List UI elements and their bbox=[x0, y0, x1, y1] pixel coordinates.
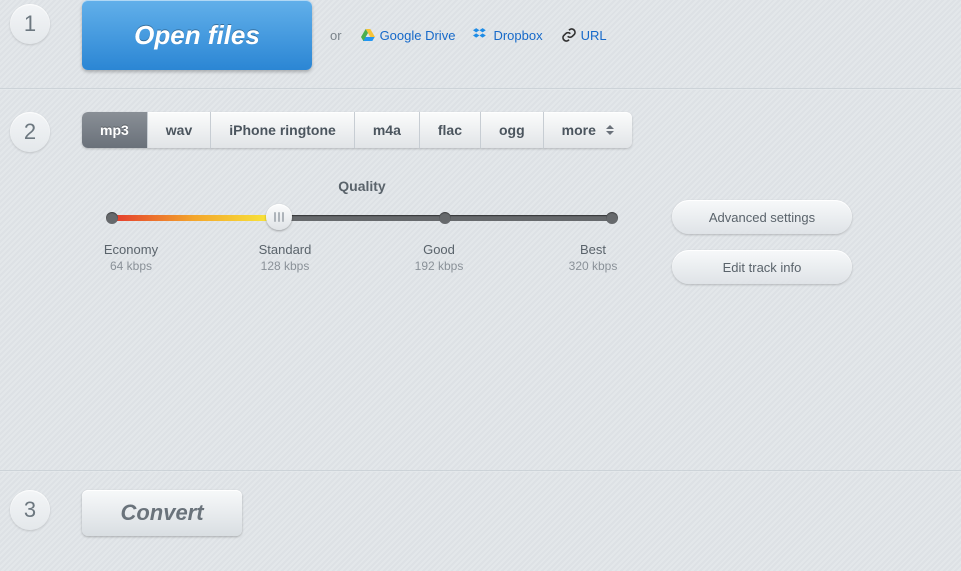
advanced-settings-button[interactable]: Advanced settings bbox=[672, 200, 852, 234]
quality-labels: Economy 64 kbps Standard 128 kbps Good 1… bbox=[96, 242, 628, 273]
or-label: or bbox=[330, 28, 342, 43]
dropbox-link[interactable]: Dropbox bbox=[473, 27, 542, 43]
step-2-badge: 2 bbox=[10, 112, 50, 152]
q0-rate: 64 kbps bbox=[96, 259, 166, 273]
slider-stop-economy[interactable] bbox=[106, 212, 118, 224]
slider-track-fill bbox=[112, 215, 277, 221]
dropbox-icon bbox=[473, 27, 489, 43]
step-3-convert: 3 Convert bbox=[0, 472, 961, 552]
quality-label-standard: Standard 128 kbps bbox=[250, 242, 320, 273]
q1-rate: 128 kbps bbox=[250, 259, 320, 273]
step-1-badge: 1 bbox=[10, 4, 50, 44]
url-link[interactable]: URL bbox=[561, 27, 607, 43]
step-1-open-files: 1 Open files or Google Drive Dropbox URL bbox=[0, 0, 961, 88]
tab-more[interactable]: more bbox=[544, 112, 632, 148]
quality-label-best: Best 320 kbps bbox=[558, 242, 628, 273]
google-drive-link[interactable]: Google Drive bbox=[360, 27, 456, 43]
step-2-format: 2 mp3 wav iPhone ringtone m4a flac ogg m… bbox=[0, 90, 961, 470]
q3-rate: 320 kbps bbox=[558, 259, 628, 273]
dropdown-icon bbox=[606, 125, 614, 135]
quality-slider[interactable] bbox=[112, 208, 612, 228]
q0-name: Economy bbox=[104, 242, 158, 257]
step-3-badge: 3 bbox=[10, 490, 50, 530]
tab-flac[interactable]: flac bbox=[420, 112, 481, 148]
convert-button[interactable]: Convert bbox=[82, 490, 242, 536]
tab-more-label: more bbox=[562, 122, 596, 138]
google-drive-label: Google Drive bbox=[380, 28, 456, 43]
quality-title: Quality bbox=[82, 178, 642, 194]
dropbox-label: Dropbox bbox=[493, 28, 542, 43]
tab-ogg[interactable]: ogg bbox=[481, 112, 544, 148]
quality-label-good: Good 192 kbps bbox=[404, 242, 474, 273]
slider-stop-good[interactable] bbox=[439, 212, 451, 224]
q2-rate: 192 kbps bbox=[404, 259, 474, 273]
q1-name: Standard bbox=[259, 242, 312, 257]
tab-mp3[interactable]: mp3 bbox=[82, 112, 148, 148]
slider-stop-best[interactable] bbox=[606, 212, 618, 224]
q3-name: Best bbox=[580, 242, 606, 257]
tab-m4a[interactable]: m4a bbox=[355, 112, 420, 148]
q2-name: Good bbox=[423, 242, 455, 257]
link-icon bbox=[561, 27, 577, 43]
quality-block: Quality Economy 64 kbps Standard bbox=[82, 178, 961, 284]
google-drive-icon bbox=[360, 27, 376, 43]
url-label: URL bbox=[581, 28, 607, 43]
quality-label-economy: Economy 64 kbps bbox=[96, 242, 166, 273]
slider-handle[interactable] bbox=[266, 204, 292, 230]
tab-wav[interactable]: wav bbox=[148, 112, 211, 148]
open-files-button[interactable]: Open files bbox=[82, 0, 312, 70]
format-tabs: mp3 wav iPhone ringtone m4a flac ogg mor… bbox=[82, 112, 632, 148]
tab-iphone-ringtone[interactable]: iPhone ringtone bbox=[211, 112, 355, 148]
edit-track-info-button[interactable]: Edit track info bbox=[672, 250, 852, 284]
